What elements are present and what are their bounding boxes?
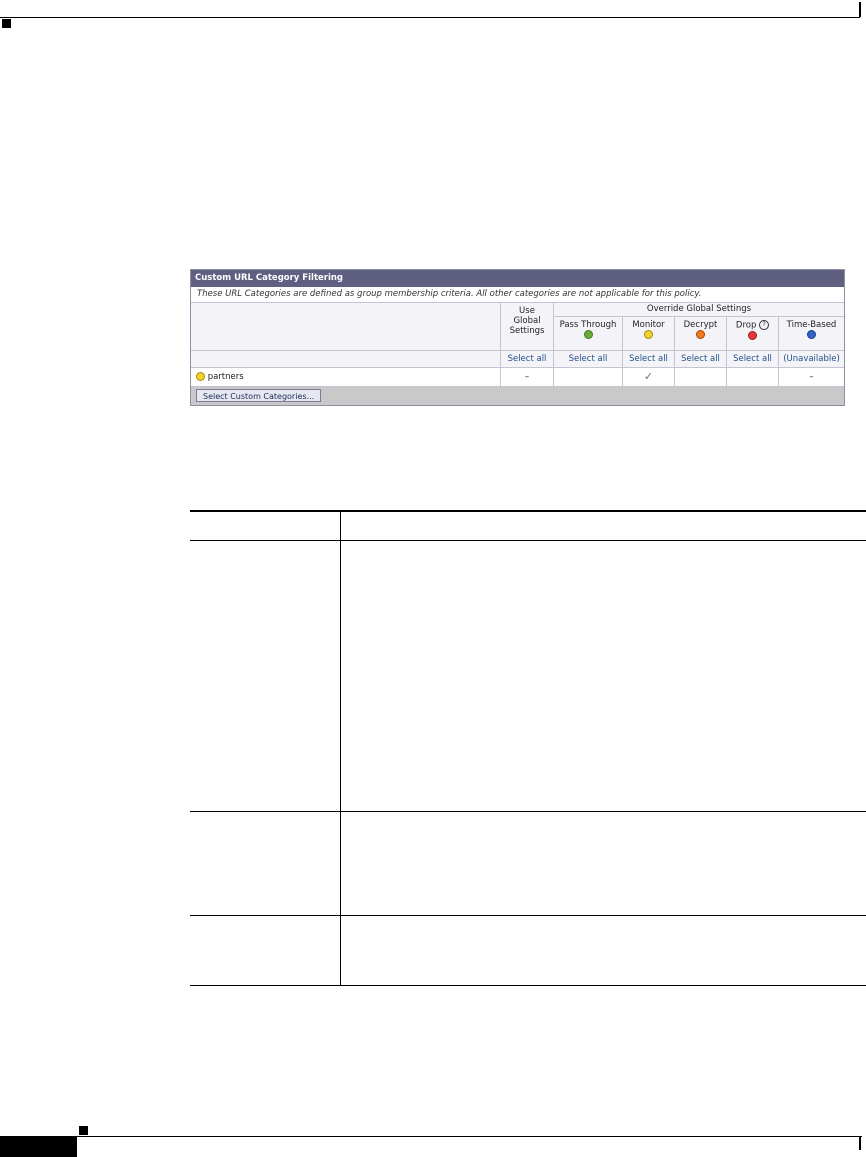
use-global-header: Use Global Settings xyxy=(501,303,554,351)
col-pass-through: Pass Through xyxy=(554,317,623,351)
time-based-unavailable: (Unavailable) xyxy=(779,351,844,368)
time-based-cell: – xyxy=(779,368,844,387)
page-footer-marker xyxy=(79,1126,88,1135)
use-global-cell[interactable]: – xyxy=(501,368,554,387)
custom-url-category-panel: Custom URL Category Filtering These URL … xyxy=(190,269,845,406)
table-column-divider xyxy=(340,510,341,986)
page-footer-tick xyxy=(859,1137,861,1150)
override-header: Override Global Settings xyxy=(554,303,844,317)
col-time-based: Time-Based xyxy=(779,317,844,351)
monitor-cell[interactable]: ✓ xyxy=(623,368,675,387)
page-footer-rule xyxy=(0,1136,862,1137)
page-footer-block xyxy=(0,1137,77,1157)
select-all-decrypt-link[interactable]: Select all xyxy=(675,351,727,368)
drop-icon xyxy=(748,330,757,340)
drop-cell[interactable] xyxy=(727,368,779,387)
select-all-pass-through-link[interactable]: Select all xyxy=(554,351,623,368)
category-grid: Use Global Settings Override Global Sett… xyxy=(191,303,844,387)
table-row-rule xyxy=(190,915,866,916)
table-row: partners xyxy=(191,368,501,387)
category-name: partners xyxy=(207,372,244,382)
table-top-rule xyxy=(190,510,866,512)
panel-footer-bar: Select Custom Categories... xyxy=(191,387,844,405)
col-decrypt: Decrypt xyxy=(675,317,727,351)
page-header-rule xyxy=(0,17,860,18)
category-header-empty xyxy=(191,303,501,351)
col-monitor-label: Monitor xyxy=(632,320,665,330)
col-pass-through-label: Pass Through xyxy=(559,320,617,330)
pass-through-icon xyxy=(583,330,593,339)
table-bottom-rule xyxy=(190,985,866,986)
panel-note: These URL Categories are defined as grou… xyxy=(191,287,844,303)
select-all-monitor-link[interactable]: Select all xyxy=(623,351,675,368)
col-decrypt-label: Decrypt xyxy=(683,320,718,330)
select-all-use-global-link[interactable]: Select all xyxy=(501,351,554,368)
select-all-drop-link[interactable]: Select all xyxy=(727,351,779,368)
time-based-icon xyxy=(807,330,816,339)
monitor-status-icon xyxy=(196,372,205,381)
table-row-rule xyxy=(190,811,866,812)
select-custom-categories-button[interactable]: Select Custom Categories... xyxy=(196,389,322,402)
monitor-icon xyxy=(644,330,653,339)
pass-through-cell[interactable] xyxy=(554,368,623,387)
col-monitor: Monitor xyxy=(623,317,675,351)
panel-title: Custom URL Category Filtering xyxy=(191,270,844,287)
page-header-tick xyxy=(859,2,861,17)
page-header-marker xyxy=(2,19,11,28)
table-header-rule xyxy=(190,540,866,541)
col-drop-label: Drop xyxy=(735,320,757,331)
select-row-empty xyxy=(191,351,501,368)
col-drop: Drop ? xyxy=(727,317,779,351)
col-time-based-label: Time-Based xyxy=(786,320,837,330)
decrypt-icon xyxy=(696,330,705,339)
decrypt-cell[interactable] xyxy=(675,368,727,387)
help-icon[interactable]: ? xyxy=(759,320,770,330)
